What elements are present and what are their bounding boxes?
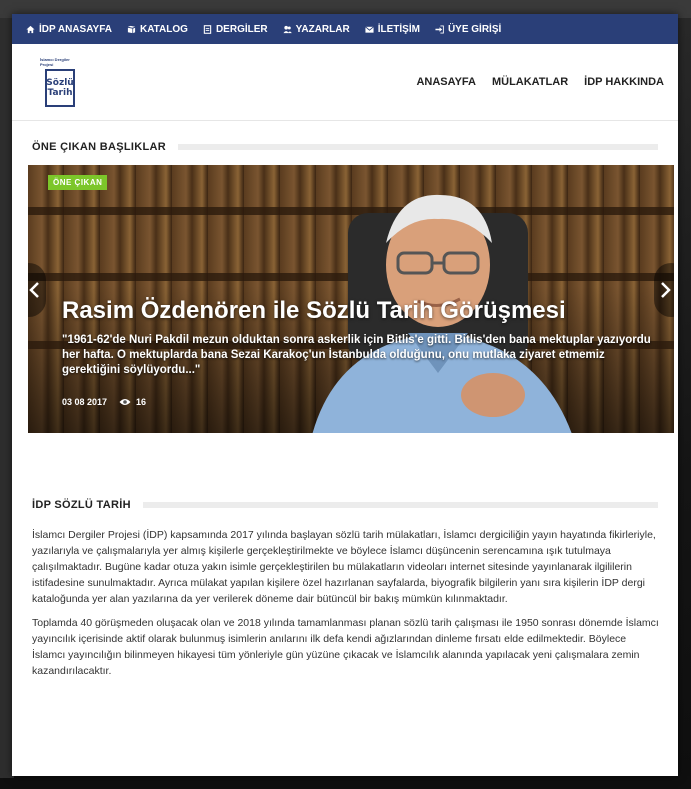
heading-rule bbox=[178, 144, 658, 150]
featured-slider[interactable]: ÖNE ÇIKAN Rasim Özdenören ile Sözlü Tari… bbox=[28, 165, 674, 433]
topnav-home[interactable]: İDP ANASAYFA bbox=[26, 24, 112, 35]
document-icon bbox=[203, 24, 212, 34]
topnav-catalog-label: KATALOG bbox=[139, 23, 188, 35]
topnav-contact[interactable]: İLETİŞİM bbox=[364, 23, 420, 35]
chevron-left-icon bbox=[29, 282, 39, 298]
book-icon bbox=[127, 25, 136, 33]
main-navigation: ANASAYFA MÜLAKATLAR İDP HAKKINDA bbox=[416, 76, 664, 88]
about-section-heading: İDP SÖZLÜ TARİH bbox=[32, 499, 658, 511]
about-paragraph: İslamcı Dergiler Projesi (İDP) kapsamınd… bbox=[32, 529, 656, 605]
featured-badge: ÖNE ÇIKAN bbox=[48, 175, 108, 190]
topnav-authors-label: YAZARLAR bbox=[295, 23, 350, 35]
slider-next-button[interactable] bbox=[654, 263, 674, 317]
home-icon bbox=[26, 25, 35, 33]
sign-in-icon bbox=[435, 24, 444, 34]
topnav-authors[interactable]: YAZARLAR bbox=[283, 24, 350, 35]
topnav-contact-label: İLETİŞİM bbox=[377, 23, 420, 35]
eye-icon bbox=[119, 399, 131, 405]
topnav-journals-label: DERGİLER bbox=[215, 23, 268, 35]
about-text: İslamcı Dergiler Projesi (İDP) kapsamınd… bbox=[32, 527, 662, 679]
logo-word-2: Tarih bbox=[47, 88, 73, 98]
topnav-login-label: ÜYE GİRİŞİ bbox=[447, 23, 502, 35]
webpage: İDP ANASAYFA KATALOG DERGİLER YAZARLAR İ… bbox=[12, 14, 678, 776]
site-header: İslamcı Dergiler Projesi Sözlü Tarih ANA… bbox=[12, 44, 678, 121]
nav-interviews[interactable]: MÜLAKATLAR bbox=[492, 76, 568, 88]
featured-section-heading: ÖNE ÇIKAN BAŞLIKLAR bbox=[32, 141, 658, 153]
logo-word-1: Sözlü bbox=[46, 78, 74, 88]
slide-date: 03 08 2017 bbox=[62, 397, 108, 407]
about-paragraph: Toplamda 40 görüşmeden oluşacak olan ve … bbox=[32, 617, 659, 677]
topnav-catalog[interactable]: KATALOG bbox=[127, 24, 188, 35]
users-icon bbox=[283, 25, 292, 33]
slider-prev-button[interactable] bbox=[28, 263, 46, 317]
topnav-login[interactable]: ÜYE GİRİŞİ bbox=[435, 24, 501, 35]
nav-about[interactable]: İDP HAKKINDA bbox=[584, 76, 664, 88]
chevron-right-icon bbox=[661, 282, 671, 298]
slide-title[interactable]: Rasim Özdenören ile Sözlü Tarih Görüşmes… bbox=[62, 297, 566, 325]
about-heading-text: İDP SÖZLÜ TARİH bbox=[32, 499, 131, 511]
slide-excerpt: "1961-62'de Nuri Pakdil mezun olduktan s… bbox=[62, 334, 651, 376]
heading-rule bbox=[142, 502, 658, 508]
view-count-value: 16 bbox=[136, 397, 147, 407]
envelope-icon bbox=[364, 25, 374, 33]
nav-home[interactable]: ANASAYFA bbox=[416, 76, 476, 88]
top-navigation-bar: İDP ANASAYFA KATALOG DERGİLER YAZARLAR İ… bbox=[12, 14, 678, 44]
site-logo[interactable]: İslamcı Dergiler Projesi Sözlü Tarih bbox=[40, 57, 80, 107]
topnav-journals[interactable]: DERGİLER bbox=[203, 24, 268, 35]
slide-meta: 03 08 2017 16 bbox=[62, 397, 146, 407]
view-count: 16 bbox=[119, 397, 146, 407]
logo-tagline: İslamcı Dergiler Projesi bbox=[40, 57, 70, 67]
logo-box: Sözlü Tarih bbox=[45, 69, 75, 107]
featured-heading-text: ÖNE ÇIKAN BAŞLIKLAR bbox=[32, 141, 167, 153]
topnav-home-label: İDP ANASAYFA bbox=[39, 23, 112, 35]
